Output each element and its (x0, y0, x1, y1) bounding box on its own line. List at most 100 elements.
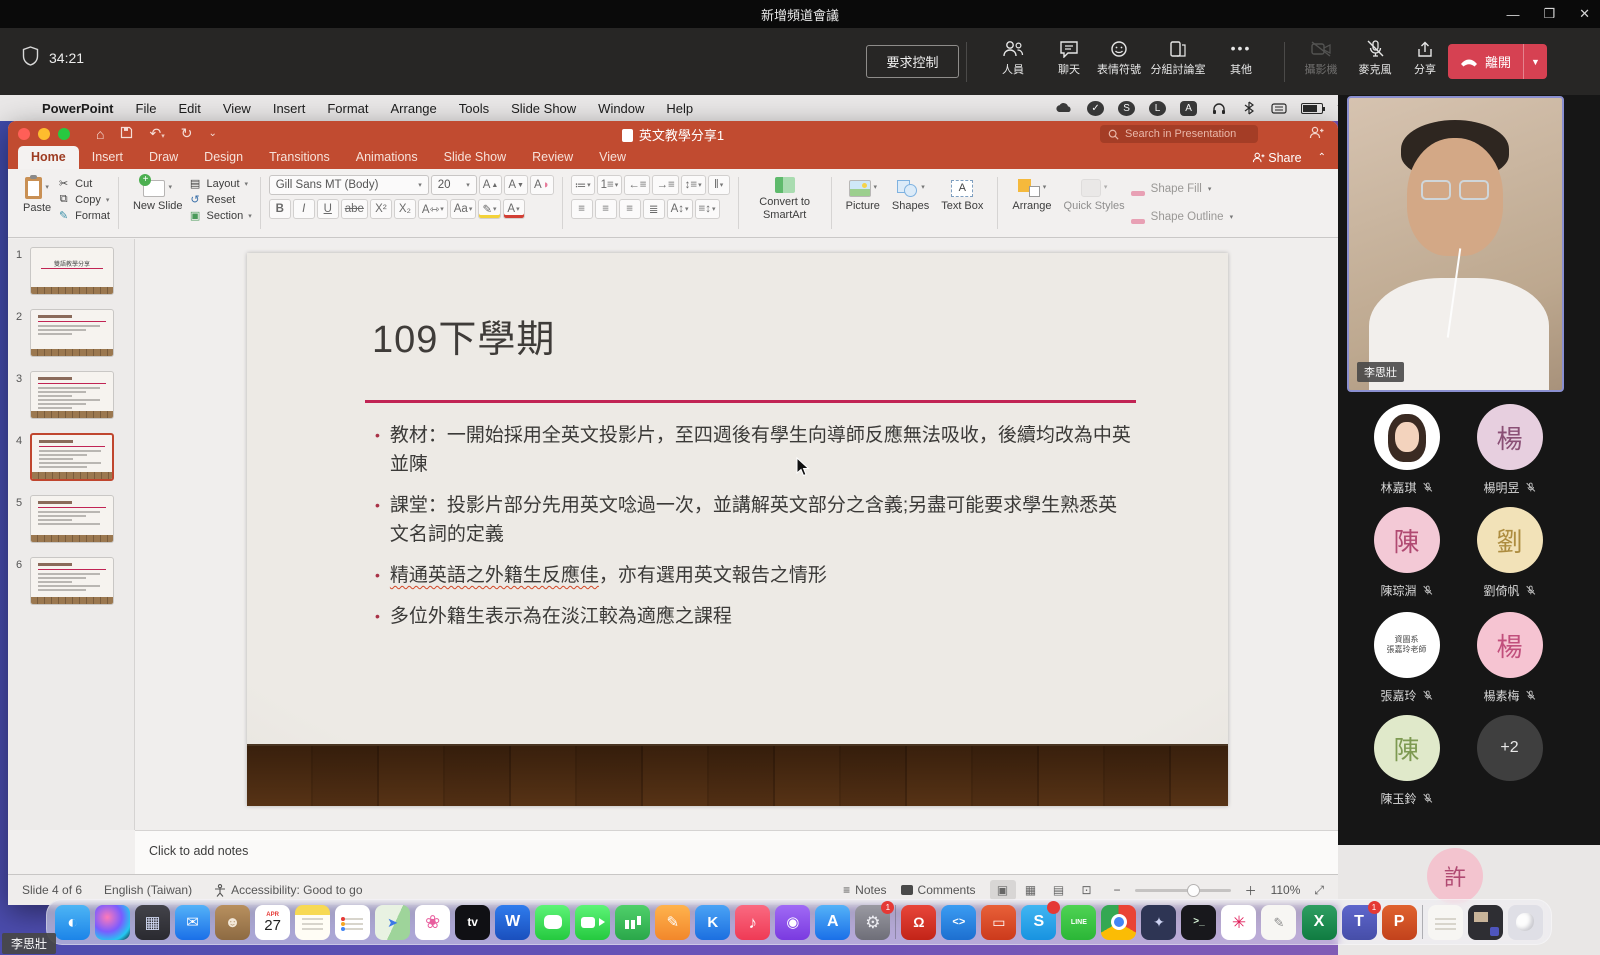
dock-excel-icon[interactable]: X (1302, 905, 1337, 940)
dock-minimized-document-window-icon[interactable] (1428, 905, 1463, 940)
zoom-in-button[interactable]: ＋ (1245, 882, 1257, 899)
dock-powerpoint-icon[interactable]: P (1382, 905, 1417, 940)
thumbnail-preview[interactable] (30, 433, 114, 481)
subscript-button[interactable]: X₂ (394, 199, 416, 219)
participant-tile-陳琮淵[interactable]: 陳陳琮淵 (1355, 507, 1458, 599)
dock-maps-icon[interactable]: ➤ (375, 905, 410, 940)
slide-sorter-view-button[interactable]: ▦ (1018, 880, 1044, 900)
dock-numbers-icon[interactable] (615, 905, 650, 940)
underline-button[interactable]: U (317, 199, 339, 219)
tab-draw[interactable]: Draw (136, 146, 191, 169)
dock-app-store-icon[interactable]: A (815, 905, 850, 940)
shape-fill-button[interactable]: Shape Fill▾ (1131, 179, 1233, 199)
dock-contacts-icon[interactable]: ☻ (215, 905, 250, 940)
participant-xu-avatar[interactable]: 許 (1427, 848, 1483, 904)
italic-button[interactable]: I (293, 199, 315, 219)
line-menubar-icon[interactable]: L (1149, 101, 1166, 116)
tab-insert[interactable]: Insert (79, 146, 136, 169)
slide-number-indicator[interactable]: Slide 4 of 6 (22, 883, 82, 897)
align-center-button[interactable]: ≡ (595, 199, 617, 219)
breakout-rooms-button[interactable]: 分組討論室 (1146, 40, 1210, 77)
shapes-button[interactable]: ▾ Shapes (886, 175, 935, 215)
dock-siri-icon[interactable] (95, 905, 130, 940)
cut-button[interactable]: ✂Cut (57, 177, 110, 190)
new-slide-button[interactable]: ▾ New Slide (127, 175, 189, 215)
share-presence-icon[interactable] (1309, 126, 1324, 142)
dock-word-icon[interactable]: W (495, 905, 530, 940)
arrange-button[interactable]: ▾ Arrange (1006, 175, 1057, 215)
thumbnail-preview[interactable] (30, 371, 114, 419)
dock-launchpad-icon[interactable]: ▦ (135, 905, 170, 940)
participant-tile-陳玉鈴[interactable]: 陳陳玉鈴 (1355, 715, 1458, 807)
dock-keynote-icon[interactable]: K (695, 905, 730, 940)
participant-tile-劉倚帆[interactable]: 劉劉倚帆 (1458, 507, 1561, 599)
menu-powerpoint[interactable]: PowerPoint (34, 101, 125, 116)
normal-view-button[interactable]: ▣ (990, 880, 1016, 900)
share-button-ppt[interactable]: Share (1252, 151, 1302, 165)
notes-pane[interactable]: Click to add notes (135, 830, 1338, 874)
slide-body-text[interactable]: •教材：一開始採用全英文投影片，至四週後有學生向導師反應無法吸收，後續均改為中英… (375, 421, 1135, 643)
dock-photos-icon[interactable]: ❀ (415, 905, 450, 940)
mic-button-muted[interactable]: 麥克風 (1348, 40, 1402, 77)
slideshow-button[interactable]: ⊡ (1074, 880, 1100, 900)
dock-music-icon[interactable]: ♪ (735, 905, 770, 940)
menu-window[interactable]: Window (587, 101, 655, 116)
slide-thumbnail-3[interactable]: 3 (8, 371, 135, 423)
active-speaker-video[interactable]: 李思壯 (1347, 96, 1564, 392)
accessibility-checker[interactable]: Accessibility: Good to go (214, 883, 362, 897)
slide-thumbnail-2[interactable]: 2 (8, 309, 135, 361)
dock-system-settings-icon[interactable]: ⚙1 (855, 905, 890, 940)
s-app-menubar-icon[interactable]: S (1118, 101, 1135, 116)
dock-textedit-icon[interactable]: ✎ (1261, 905, 1296, 940)
dock-skype-icon[interactable]: S (1021, 905, 1056, 940)
align-text-button[interactable]: ≡↕▾ (695, 199, 720, 219)
dock-vscode-icon[interactable]: <> (941, 905, 976, 940)
slide-thumbnail-5[interactable]: 5 (8, 495, 135, 547)
decrease-indent-button[interactable]: ←≡ (624, 175, 650, 195)
zoom-slider-knob[interactable] (1187, 884, 1200, 897)
text-direction-button[interactable]: A↕▾ (667, 199, 693, 219)
increase-indent-button[interactable]: →≡ (652, 175, 678, 195)
character-spacing-button[interactable]: A⇿▾ (418, 199, 448, 219)
numbering-button[interactable]: 1≡▾ (597, 175, 623, 195)
presentation-search-input[interactable]: Search in Presentation (1100, 125, 1258, 143)
camera-button-disabled[interactable]: 攝影機 (1294, 40, 1348, 77)
shape-outline-button[interactable]: Shape Outline▾ (1131, 207, 1233, 227)
notes-placeholder[interactable]: Click to add notes (149, 844, 248, 858)
tab-slide-show[interactable]: Slide Show (431, 146, 520, 169)
dock-remote-desktop-icon[interactable]: ▭ (981, 905, 1016, 940)
dock-reminders-icon[interactable] (335, 905, 370, 940)
font-size-select[interactable]: 20▾ (431, 175, 477, 195)
quick-styles-button[interactable]: ▾ Quick Styles (1058, 175, 1131, 215)
menu-help[interactable]: Help (655, 101, 704, 116)
picture-button[interactable]: ▾ Picture (840, 175, 886, 215)
align-right-button[interactable]: ≡ (619, 199, 641, 219)
leave-options-chevron[interactable]: ▼ (1523, 44, 1547, 79)
dock-terminal-icon[interactable]: >_ (1181, 905, 1216, 940)
minimize-button[interactable]: — (1506, 7, 1519, 22)
slide-title[interactable]: 109下學期 (372, 308, 555, 363)
dock-acrobat-icon[interactable]: Ω (901, 905, 936, 940)
dock-notes-icon[interactable] (295, 905, 330, 940)
paste-button[interactable]: ▾ Paste (17, 175, 57, 217)
strikethrough-button[interactable]: abe (341, 199, 368, 219)
slide-thumbnail-1[interactable]: 1雙語教學分享 (8, 247, 135, 299)
copy-button[interactable]: ⧉Copy▾ (57, 193, 110, 206)
dock-messages-icon[interactable] (535, 905, 570, 940)
dock-finder-icon[interactable]: ◐ (55, 905, 90, 940)
menu-insert[interactable]: Insert (262, 101, 317, 116)
tab-review[interactable]: Review (519, 146, 586, 169)
zoom-level[interactable]: 110% (1271, 883, 1301, 897)
dock-dark-app-icon[interactable]: ✦ (1141, 905, 1176, 940)
bullets-button[interactable]: ≔▾ (571, 175, 595, 195)
menu-edit[interactable]: Edit (167, 101, 211, 116)
participant-tile-楊明昱[interactable]: 楊楊明昱 (1458, 404, 1561, 496)
zoom-slider[interactable] (1135, 889, 1231, 892)
dock-facetime-icon[interactable] (575, 905, 610, 940)
tab-transitions[interactable]: Transitions (256, 146, 343, 169)
comments-toggle[interactable]: Comments (901, 883, 976, 897)
font-color-button[interactable]: A▾ (503, 199, 525, 219)
leave-button[interactable]: 離開 ▼ (1448, 44, 1547, 79)
section-button[interactable]: ▣Section▾ (189, 209, 252, 222)
dock-chrome-icon[interactable] (1101, 905, 1136, 940)
